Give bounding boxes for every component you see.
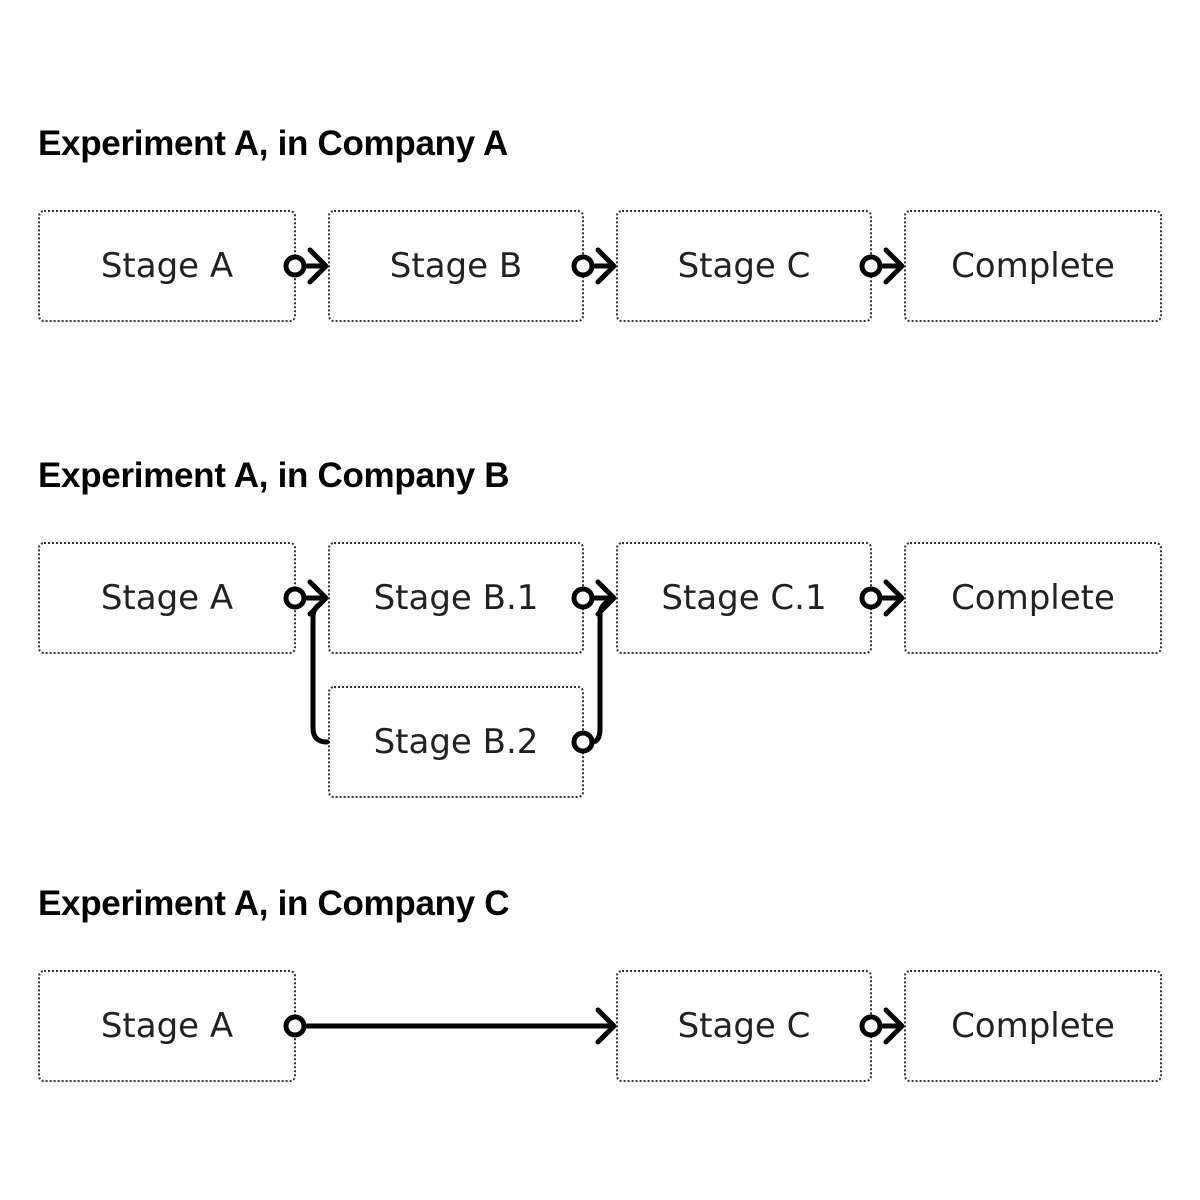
arrow-head-icon — [877, 579, 905, 617]
stage-box-a-stage-a: Stage A — [38, 210, 296, 322]
connector-c-stage-a-to-stage-c — [283, 1007, 617, 1045]
arrow-head-icon — [301, 579, 329, 617]
branch-line — [310, 601, 330, 745]
stage-box-b-stage-b2: Stage B.2 — [328, 686, 584, 798]
stage-box-b-stage-c1: Stage C.1 — [616, 542, 872, 654]
stage-box-b-complete: Complete — [904, 542, 1162, 654]
stage-box-b-stage-a: Stage A — [38, 542, 296, 654]
arrow-head-icon — [301, 247, 329, 285]
stage-box-a-stage-b: Stage B — [328, 210, 584, 322]
stage-box-c-stage-a: Stage A — [38, 970, 296, 1082]
diagram-title-company-c: Experiment A, in Company C — [38, 884, 510, 923]
stage-box-c-stage-c: Stage C — [616, 970, 872, 1082]
merge-line — [589, 599, 610, 745]
stage-box-a-complete: Complete — [904, 210, 1162, 322]
arrow-head-icon — [877, 1007, 905, 1045]
arrow-head-icon — [589, 247, 617, 285]
arrow-head-icon — [301, 1007, 617, 1045]
stage-box-b-stage-b1: Stage B.1 — [328, 542, 584, 654]
stage-box-c-complete: Complete — [904, 970, 1162, 1082]
arrow-head-icon — [589, 579, 617, 617]
connector-b-stage-a-to-stage-b2 — [310, 601, 330, 745]
diagram-title-company-b: Experiment A, in Company B — [38, 456, 510, 495]
arrow-head-icon — [877, 247, 905, 285]
diagram-title-company-a: Experiment A, in Company A — [38, 124, 508, 163]
stage-box-a-stage-c: Stage C — [616, 210, 872, 322]
